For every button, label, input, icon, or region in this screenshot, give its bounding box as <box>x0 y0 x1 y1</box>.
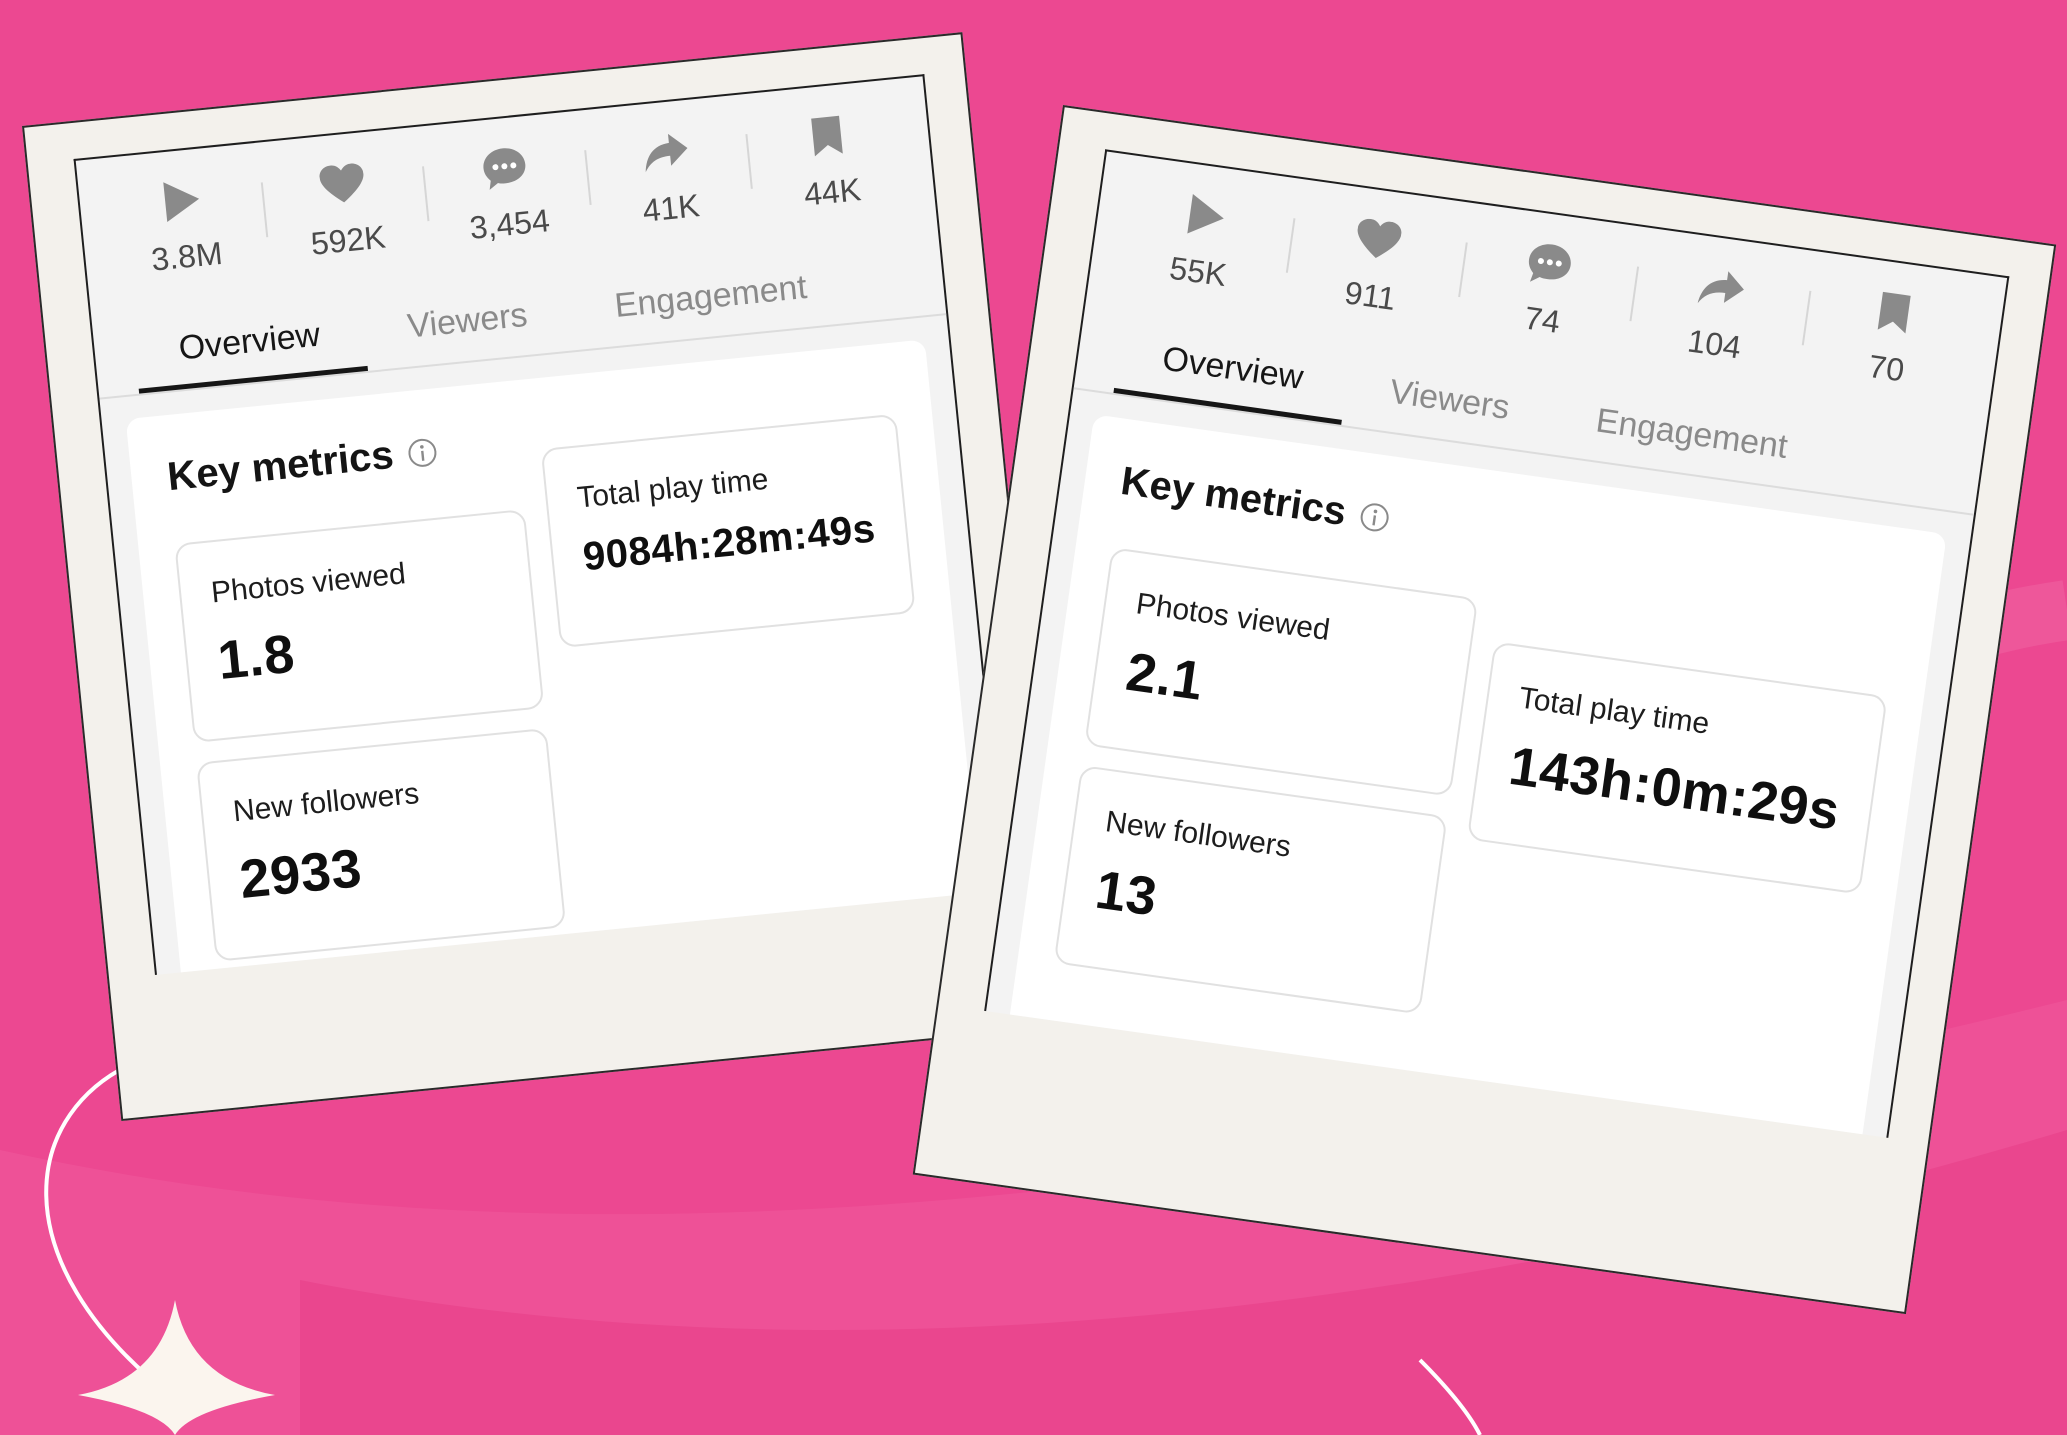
tab-viewers[interactable]: Viewers <box>1341 366 1555 453</box>
play-icon <box>1179 188 1233 242</box>
metric-label: Total play time <box>575 462 770 515</box>
key-metrics-panel: Key metrics Photos viewed 1.8 Total play… <box>125 339 987 975</box>
stat-comments: 3,454 <box>418 111 594 276</box>
bookmark-icon <box>1867 285 1921 339</box>
metric-card-new-followers: New followers 2933 <box>196 727 566 962</box>
stat-plays: 3.8M <box>96 143 272 308</box>
comment-icon <box>478 142 531 195</box>
key-metrics-title: Key metrics <box>165 432 396 500</box>
heart-icon <box>316 158 369 211</box>
metric-value: 1.8 <box>215 623 298 692</box>
stat-likes: 592K <box>257 127 433 292</box>
stat-plays: 55K <box>1106 154 1299 327</box>
key-metrics-panel: Key metrics Photos viewed 2.1 Total play… <box>1007 414 1947 1138</box>
stat-value: 41K <box>640 186 702 229</box>
stat-value: 3,454 <box>467 201 552 246</box>
info-icon[interactable] <box>1358 500 1392 534</box>
bookmark-icon <box>801 109 854 162</box>
stat-saves: 70 <box>1794 251 1987 424</box>
stat-value: 55K <box>1167 249 1229 293</box>
metric-card-photos-viewed: Photos viewed 2.1 <box>1084 547 1479 797</box>
analytics-screen-right: 55K 911 74 104 70 Overview Viewers Engag <box>984 149 2010 1138</box>
metric-card-new-followers: New followers 13 <box>1053 764 1449 1015</box>
polaroid-frame-right: 55K 911 74 104 70 Overview Viewers Engag <box>912 105 2057 1315</box>
stat-value: 104 <box>1685 321 1744 366</box>
polaroid-frame-left: 3.8M 592K 3,454 41K 44K Overview Viewers <box>22 32 1062 1122</box>
stat-shares: 41K <box>580 94 756 259</box>
metric-card-photos-viewed: Photos viewed 1.8 <box>174 509 545 743</box>
tab-viewers[interactable]: Viewers <box>362 291 575 370</box>
stat-likes: 911 <box>1278 179 1471 352</box>
stat-comments: 74 <box>1450 203 1643 376</box>
tab-engagement[interactable]: Engagement <box>569 264 854 351</box>
stat-value: 70 <box>1866 347 1907 388</box>
stat-value: 44K <box>802 170 863 213</box>
stat-shares: 104 <box>1622 227 1815 400</box>
stat-value: 592K <box>309 218 388 262</box>
tab-overview[interactable]: Overview <box>1113 333 1350 425</box>
stat-value: 3.8M <box>149 234 224 278</box>
metric-card-total-play-time: Total play time 9084h:28m:49s <box>540 413 916 649</box>
heart-icon <box>1351 213 1405 267</box>
play-icon <box>155 174 208 227</box>
metric-value: 2933 <box>236 838 365 910</box>
info-icon[interactable] <box>406 436 439 469</box>
share-icon <box>1695 261 1749 315</box>
metric-card-total-play-time: Total play time 143h:0m:29s <box>1467 641 1888 895</box>
stat-saves: 44K <box>741 78 917 243</box>
metric-grid: Photos viewed 2.1 Total play time 143h:0… <box>1053 547 1893 1073</box>
metric-label: New followers <box>231 776 421 829</box>
tab-engagement[interactable]: Engagement <box>1547 395 1833 493</box>
metric-label: Photos viewed <box>209 557 408 610</box>
stat-value: 74 <box>1522 298 1563 340</box>
metric-value: 9084h:28m:49s <box>581 506 878 580</box>
stat-value: 911 <box>1342 273 1398 317</box>
analytics-screen-left: 3.8M 592K 3,454 41K 44K Overview Viewers <box>73 74 1006 975</box>
metric-grid: Photos viewed 1.8 Total play time 9084h:… <box>174 413 943 962</box>
key-metrics-title: Key metrics <box>1118 458 1349 535</box>
tab-overview[interactable]: Overview <box>133 311 368 394</box>
comment-icon <box>1523 237 1577 291</box>
share-icon <box>639 125 692 178</box>
